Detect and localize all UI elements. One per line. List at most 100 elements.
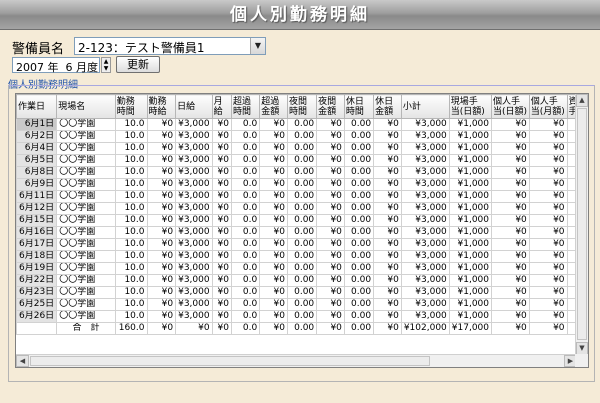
table-row[interactable]: 6月26日 〇〇学園 10.0 ¥0 ¥3,000 ¥0 0.0 ¥0 0.00 ¥0 0.00 ¥0… (16, 310, 588, 323)
table-cell: 0.00 (286, 262, 318, 275)
table-row[interactable]: 6月2日 〇〇学園 10.0 ¥0 ¥3,000 ¥0 0.0 ¥0 0.00 ¥0 0.00 ¥0 ¥… (16, 130, 588, 143)
table-cell: ¥0 (211, 274, 233, 287)
table-cell: 0.00 (343, 202, 375, 215)
table-cell: 0.0 (230, 166, 261, 179)
vertical-scroll-thumb[interactable] (577, 108, 587, 340)
table-row[interactable]: 6月25日 〇〇学園 10.0 ¥0 ¥3,000 ¥0 0.0 ¥0 0.00 ¥0 0.00 ¥0… (16, 298, 588, 311)
table-cell: ¥0 (491, 130, 530, 143)
table-row[interactable]: 6月4日 〇〇学園 10.0 ¥0 ¥3,000 ¥0 0.0 ¥0 0.00 ¥0 0.00 ¥0 ¥… (16, 142, 588, 155)
table-cell: ¥3,000 (175, 214, 213, 227)
period-input[interactable]: 2007 年 6 月度 (12, 57, 100, 74)
chevron-down-icon[interactable]: ▼ (250, 38, 265, 54)
total-cell: ¥0 (373, 322, 402, 335)
column-header[interactable]: 夜間 金額 (316, 94, 345, 119)
spin-down-icon[interactable]: ▼ (102, 65, 110, 72)
column-header[interactable]: 休日 時間 (343, 94, 375, 119)
column-header[interactable]: 作業日 (16, 94, 58, 119)
work-date-cell: 6月8日 (16, 166, 58, 179)
table-cell: ¥1,000 (448, 202, 493, 215)
table-row[interactable]: 6月1日 〇〇学園 10.0 ¥0 ¥3,000 ¥0 0.0 ¥0 0.00 ¥0 0.00 ¥0 ¥… (16, 118, 588, 131)
year-unit: 年 (47, 61, 59, 74)
total-cell: 0.00 (286, 322, 318, 335)
horizontal-scroll-thumb[interactable] (30, 356, 430, 366)
horizontal-scrollbar[interactable]: ◀ ▶ (16, 354, 577, 367)
column-header[interactable]: 月 給 (211, 94, 233, 119)
table-cell: ¥1,000 (448, 154, 493, 167)
column-header[interactable]: 勤務 時給 (146, 94, 177, 119)
table-row[interactable]: 6月19日 〇〇学園 10.0 ¥0 ¥3,000 ¥0 0.0 ¥0 0.00 ¥0 0.00 ¥0… (16, 262, 588, 275)
column-header[interactable]: 小計 (400, 94, 450, 119)
table-cell: ¥0 (491, 310, 530, 323)
vertical-scrollbar[interactable]: ▲ ▼ (575, 94, 588, 355)
scroll-up-icon[interactable]: ▲ (576, 94, 588, 107)
table-cell: 0.00 (286, 154, 318, 167)
table-row[interactable]: 6月15日 〇〇学園 10.0 ¥0 ¥3,000 ¥0 0.0 ¥0 0.00 ¥0 0.00 ¥0… (16, 214, 588, 227)
table-cell: ¥3,000 (175, 166, 213, 179)
column-header[interactable]: 超過 金額 (259, 94, 288, 119)
column-header[interactable]: 勤務 時間 (114, 94, 148, 119)
table-row[interactable]: 6月23日 〇〇学園 10.0 ¥0 ¥3,000 ¥0 0.0 ¥0 0.00 ¥0 0.00 ¥0… (16, 286, 588, 299)
table-row[interactable]: 6月8日 〇〇学園 10.0 ¥0 ¥3,000 ¥0 0.0 ¥0 0.00 ¥0 0.00 ¥0 ¥… (16, 166, 588, 179)
table-cell: 0.0 (230, 262, 261, 275)
table-cell: ¥0 (316, 262, 345, 275)
table-cell: ¥0 (528, 154, 568, 167)
table-row[interactable]: 6月12日 〇〇学園 10.0 ¥0 ¥3,000 ¥0 0.0 ¥0 0.00 ¥0 0.00 ¥0… (16, 202, 588, 215)
work-date-cell: 6月18日 (16, 250, 58, 263)
table-cell: 10.0 (114, 142, 148, 155)
table-cell: ¥3,000 (400, 190, 450, 203)
column-header[interactable]: 個人手 当(月額) (528, 94, 568, 119)
table-cell: 0.00 (286, 250, 318, 263)
table-cell: ¥3,000 (400, 166, 450, 179)
table-cell: ¥0 (316, 178, 345, 191)
table-row[interactable]: 6月17日 〇〇学園 10.0 ¥0 ¥3,000 ¥0 0.0 ¥0 0.00 ¥0 0.00 ¥0… (16, 238, 588, 251)
table-row[interactable]: 6月11日 〇〇学園 10.0 ¥0 ¥3,000 ¥0 0.0 ¥0 0.00 ¥0 0.00 ¥0… (16, 190, 588, 203)
table-cell: ¥0 (373, 178, 402, 191)
spin-up-icon[interactable]: ▲ (102, 58, 110, 65)
table-cell: ¥1,000 (448, 262, 493, 275)
table-cell: ¥0 (316, 274, 345, 287)
table-cell: ¥0 (491, 118, 530, 131)
table-cell: 0.00 (343, 166, 375, 179)
table-cell: ¥0 (373, 154, 402, 167)
table-cell: ¥0 (528, 202, 568, 215)
table-row[interactable]: 6月18日 〇〇学園 10.0 ¥0 ¥3,000 ¥0 0.0 ¥0 0.00 ¥0 0.00 ¥0… (16, 250, 588, 263)
work-date-cell: 6月16日 (16, 226, 58, 239)
table-cell: ¥0 (528, 298, 568, 311)
table-cell: ¥1,000 (448, 214, 493, 227)
table-cell: 〇〇学園 (56, 190, 116, 203)
period-spinner[interactable]: ▲ ▼ (101, 57, 111, 73)
detail-group: 作業日 現場名 勤務 時間 勤務 時給 日給月 給超過 時間 超過 金額 夜間 時間 夜間 金… (8, 85, 595, 382)
table-cell: ¥0 (146, 166, 177, 179)
column-header[interactable]: 現場手 当(日額) (448, 94, 493, 119)
table-row[interactable]: 6月22日 〇〇学園 10.0 ¥0 ¥3,000 ¥0 0.0 ¥0 0.00 ¥0 0.00 ¥0… (16, 274, 588, 287)
table-cell: ¥0 (491, 238, 530, 251)
column-header[interactable]: 夜間 時間 (286, 94, 318, 119)
table-cell: ¥0 (316, 286, 345, 299)
column-header[interactable]: 休日 金額 (373, 94, 402, 119)
update-button[interactable]: 更新 (116, 56, 160, 73)
table-cell: ¥0 (491, 226, 530, 239)
column-header[interactable]: 日給 (175, 94, 213, 119)
table-cell: ¥3,000 (400, 154, 450, 167)
table-cell: ¥0 (316, 226, 345, 239)
table-row[interactable]: 6月16日 〇〇学園 10.0 ¥0 ¥3,000 ¥0 0.0 ¥0 0.00 ¥0 0.00 ¥0… (16, 226, 588, 239)
table-cell: 〇〇学園 (56, 262, 116, 275)
column-header[interactable]: 超過 時間 (230, 94, 261, 119)
table-cell: ¥0 (146, 310, 177, 323)
column-header[interactable]: 現場名 (56, 94, 116, 119)
table-cell: ¥0 (259, 142, 288, 155)
table-row[interactable]: 6月9日 〇〇学園 10.0 ¥0 ¥3,000 ¥0 0.0 ¥0 0.00 ¥0 0.00 ¥0 ¥… (16, 178, 588, 191)
table-cell: 10.0 (114, 226, 148, 239)
table-cell: 0.00 (286, 130, 318, 143)
guard-select[interactable]: 2-123：テスト警備員1 ▼ (74, 37, 266, 55)
table-cell: ¥0 (373, 310, 402, 323)
column-header[interactable]: 個人手 当(日額) (491, 94, 530, 119)
table-cell: ¥0 (528, 238, 568, 251)
table-cell: ¥3,000 (400, 226, 450, 239)
detail-grid[interactable]: 作業日 現場名 勤務 時間 勤務 時給 日給月 給超過 時間 超過 金額 夜間 時間 夜間 金… (15, 93, 589, 368)
table-row[interactable]: 6月5日 〇〇学園 10.0 ¥0 ¥3,000 ¥0 0.0 ¥0 0.00 ¥0 0.00 ¥0 ¥… (16, 154, 588, 167)
table-cell: ¥3,000 (175, 154, 213, 167)
table-cell: ¥0 (373, 226, 402, 239)
scroll-left-icon[interactable]: ◀ (16, 355, 29, 367)
table-cell: ¥0 (316, 202, 345, 215)
